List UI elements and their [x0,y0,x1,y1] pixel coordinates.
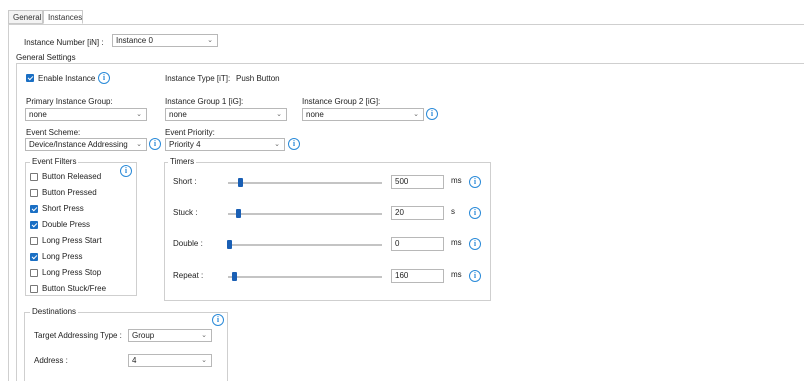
info-icon[interactable]: i [149,138,161,150]
instance-number-select[interactable]: Instance 0 ⌄ [112,34,218,47]
tab-general[interactable]: General [8,10,43,24]
timer-label: Stuck : [173,208,198,217]
event-filter-checkbox[interactable] [30,253,38,261]
destinations-group [24,312,228,381]
event-scheme-value: Device/Instance Addressing [29,140,128,149]
primary-group-select[interactable]: none ⌄ [25,108,147,121]
event-filter-label: Double Press [42,220,91,229]
instance-number-value: Instance 0 [116,36,153,45]
timer-unit: ms [451,270,462,279]
instance-type-value: Push Button [236,74,280,83]
timer-label: Double : [173,239,203,248]
address-select[interactable]: 4 ⌄ [128,354,212,367]
info-icon[interactable]: i [469,238,481,250]
group1-value: none [169,110,187,119]
general-settings-title: General Settings [16,53,76,62]
info-icon[interactable]: i [120,165,132,177]
info-icon[interactable]: i [212,314,224,326]
event-filter-checkbox[interactable] [30,237,38,245]
timer-slider-track[interactable] [228,182,382,184]
enable-instance-label: Enable Instance [38,74,96,83]
event-filter-label: Short Press [42,204,84,213]
target-type-label: Target Addressing Type : [34,331,122,340]
chevron-down-icon: ⌄ [413,111,419,118]
timer-value-input[interactable]: 160 [391,269,444,283]
instance-type-label: Instance Type [iT]: [165,74,231,83]
timer-unit: ms [451,176,462,185]
event-filter-checkbox[interactable] [30,173,38,181]
event-filter-label: Button Stuck/Free [42,284,107,293]
timer-slider-thumb[interactable] [236,209,241,218]
event-filter-checkbox[interactable] [30,189,38,197]
event-filter-checkbox[interactable] [30,285,38,293]
event-priority-value: Priority 4 [169,140,201,149]
address-label: Address : [34,356,68,365]
timer-slider-thumb[interactable] [232,272,237,281]
timer-value-input[interactable]: 20 [391,206,444,220]
group2-label: Instance Group 2 [iG]: [302,97,381,106]
address-value: 4 [132,356,137,365]
timer-slider-thumb[interactable] [227,240,232,249]
chevron-down-icon: ⌄ [201,332,207,339]
info-icon[interactable]: i [98,72,110,84]
chevron-down-icon: ⌄ [207,37,213,44]
chevron-down-icon: ⌄ [274,141,280,148]
panel-left-border [8,24,9,381]
event-filter-checkbox[interactable] [30,269,38,277]
destinations-title: Destinations [30,307,79,316]
event-filters-title: Event Filters [30,157,79,166]
group1-select[interactable]: none ⌄ [165,108,287,121]
timer-value-input[interactable]: 500 [391,175,444,189]
timers-title: Timers [168,157,197,166]
timer-slider-thumb[interactable] [238,178,243,187]
timer-slider-track[interactable] [228,213,382,215]
timer-value-input[interactable]: 0 [391,237,444,251]
event-filter-label: Long Press [42,252,83,261]
group2-select[interactable]: none ⌄ [302,108,424,121]
group1-label: Instance Group 1 [iG]: [165,97,244,106]
chevron-down-icon: ⌄ [136,141,142,148]
timer-label: Short : [173,177,197,186]
timer-unit: s [451,207,455,216]
tab-instances[interactable]: Instances [43,10,83,24]
enable-instance-checkbox[interactable] [26,74,34,82]
event-scheme-label: Event Scheme: [26,128,81,137]
info-icon[interactable]: i [469,176,481,188]
timer-slider-track[interactable] [228,276,382,278]
tab-divider [8,24,804,25]
target-type-select[interactable]: Group ⌄ [128,329,212,342]
event-filter-label: Long Press Stop [42,268,102,277]
chevron-down-icon: ⌄ [276,111,282,118]
event-filter-label: Button Pressed [42,188,97,197]
timer-unit: ms [451,238,462,247]
event-filter-label: Long Press Start [42,236,102,245]
event-filter-checkbox[interactable] [30,205,38,213]
primary-group-label: Primary Instance Group: [26,97,113,106]
chevron-down-icon: ⌄ [201,357,207,364]
info-icon[interactable]: i [469,207,481,219]
instance-number-label: Instance Number [iN] : [24,38,104,47]
event-priority-label: Event Priority: [165,128,215,137]
general-settings-divider [16,63,804,64]
event-scheme-select[interactable]: Device/Instance Addressing ⌄ [25,138,147,151]
chevron-down-icon: ⌄ [136,111,142,118]
info-icon[interactable]: i [469,270,481,282]
timer-slider-track[interactable] [228,244,382,246]
group2-value: none [306,110,324,119]
event-filter-checkbox[interactable] [30,221,38,229]
primary-group-value: none [29,110,47,119]
event-priority-select[interactable]: Priority 4 ⌄ [165,138,285,151]
info-icon[interactable]: i [426,108,438,120]
timer-label: Repeat : [173,271,204,280]
info-icon[interactable]: i [288,138,300,150]
event-filter-label: Button Released [42,172,102,181]
general-settings-left-border [16,63,17,381]
target-type-value: Group [132,331,155,340]
